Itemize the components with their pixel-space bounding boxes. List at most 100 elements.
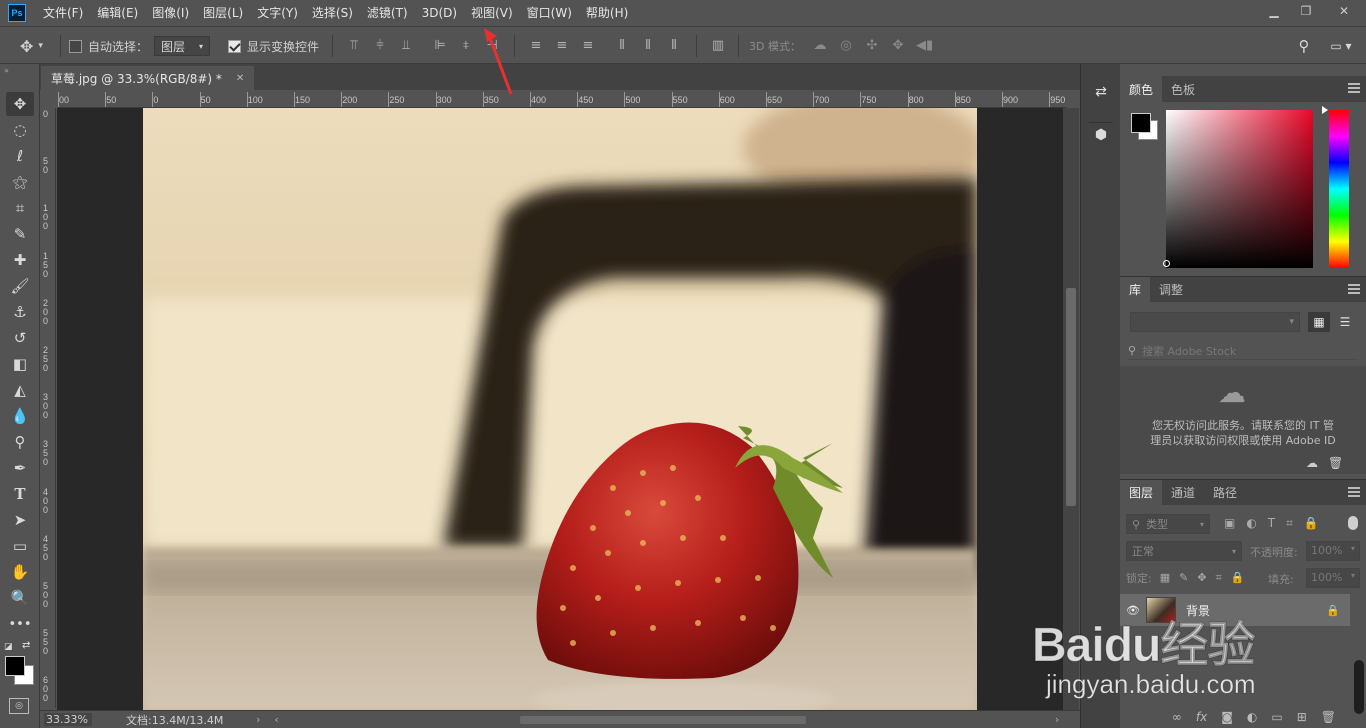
ruler-origin[interactable] <box>40 92 58 108</box>
layers-panel-menu-icon[interactable] <box>1348 487 1360 497</box>
blend-mode-dropdown[interactable]: 正常 ▾ <box>1126 541 1242 561</box>
add-mask-icon[interactable]: ◙ <box>1221 710 1233 724</box>
library-dropdown[interactable]: ▾ <box>1130 312 1300 332</box>
menu-help[interactable]: 帮助(H) <box>579 0 635 26</box>
color-field[interactable] <box>1166 110 1313 268</box>
brush-tool-icon[interactable]: 🖌 <box>6 274 34 298</box>
filter-toggle[interactable] <box>1348 516 1358 530</box>
color-fg-swatch[interactable] <box>1131 113 1151 133</box>
fill-field[interactable]: 100% ▾ <box>1306 568 1360 588</box>
distribute-left-icon[interactable]: ⦀ <box>614 38 630 54</box>
foreground-color-swatch[interactable] <box>5 656 25 676</box>
library-panel-menu-icon[interactable] <box>1348 284 1360 294</box>
default-colors-icon[interactable]: ◪ <box>4 642 13 652</box>
type-tool-icon[interactable]: T <box>6 482 34 506</box>
cloud-sync-icon[interactable]: ☁ <box>1306 456 1318 470</box>
lasso-tool-icon[interactable]: ℓ <box>6 144 34 168</box>
hand-tool-icon[interactable]: ✋ <box>6 560 34 584</box>
move-tool-icon[interactable]: ✥ <box>6 92 34 116</box>
slide-3d-icon[interactable]: ✥ <box>890 38 906 54</box>
delete-layer-icon[interactable]: 🗑 <box>1321 710 1336 724</box>
history-brush-tool-icon[interactable]: ↺ <box>6 326 34 350</box>
menu-filter[interactable]: 滤镜(T) <box>360 0 415 26</box>
tab-libraries[interactable]: 库 <box>1120 277 1151 302</box>
auto-select-check[interactable] <box>69 39 82 53</box>
scale-3d-icon[interactable]: ◀▮ <box>916 38 933 54</box>
menu-file[interactable]: 文件(F) <box>36 0 90 26</box>
align-left-icon[interactable]: ⊫ <box>432 38 448 54</box>
3d-panel-icon[interactable]: ⬢ <box>1089 122 1113 146</box>
tab-color[interactable]: 颜色 <box>1120 76 1163 102</box>
collapse-toolbar-icon[interactable]: » <box>4 66 9 75</box>
show-transform-checkbox[interactable]: 显示变换控件 <box>228 27 319 65</box>
history-panel-icon[interactable]: ⇄ <box>1089 84 1113 108</box>
align-right-icon[interactable]: ⊣ <box>484 38 500 54</box>
vertical-scroll-thumb[interactable] <box>1066 288 1076 506</box>
tab-swatches[interactable]: 色板 <box>1162 76 1204 102</box>
canvas-area[interactable] <box>57 108 1063 710</box>
layer-row-background[interactable]: 👁 背景 🔒 <box>1120 594 1350 626</box>
swap-colors-icon[interactable]: ⇄ <box>22 640 30 651</box>
search-icon[interactable]: ⚲ <box>1296 38 1312 54</box>
crop-tool-icon[interactable]: ⌗ <box>6 196 34 220</box>
hue-slider-handle[interactable] <box>1322 106 1328 114</box>
tab-adjustments[interactable]: 调整 <box>1150 277 1192 302</box>
layer-filter-icons[interactable]: ▣◐T⌗🔒 <box>1224 516 1330 531</box>
vertical-scrollbar[interactable] <box>1063 108 1079 710</box>
minimize-icon[interactable]: ▁ <box>1258 0 1290 22</box>
distribute-hcenter-icon[interactable]: ⦀ <box>640 38 656 54</box>
align-hcenter-icon[interactable]: ⧧ <box>458 38 474 54</box>
list-view-icon[interactable]: ☰ <box>1334 312 1356 332</box>
layer-filter-dropdown[interactable]: ⚲ 类型 ▾ <box>1126 514 1210 534</box>
distribute-bottom-icon[interactable]: ≡ <box>580 38 596 54</box>
color-panel-menu-icon[interactable] <box>1348 83 1360 93</box>
scroll-right-icon[interactable]: › <box>1055 713 1059 726</box>
library-trash-icon[interactable]: 🗑 <box>1328 456 1343 470</box>
rectangle-tool-icon[interactable]: ▭ <box>6 534 34 558</box>
layer-visibility-icon[interactable]: 👁 <box>1120 604 1146 617</box>
stock-search[interactable]: ⚲ 搜索 Adobe Stock <box>1128 342 1358 360</box>
menu-3d[interactable]: 3D(D) <box>415 0 464 26</box>
adjustment-layer-icon[interactable]: ◐ <box>1247 710 1257 724</box>
workspace-icon[interactable]: ▭ ▾ <box>1326 38 1356 54</box>
magic-wand-tool-icon[interactable]: ⚝ <box>6 170 34 194</box>
hue-slider[interactable] <box>1329 110 1349 268</box>
new-layer-icon[interactable]: ⊞ <box>1297 710 1307 724</box>
status-menu-icon[interactable]: › <box>256 713 260 726</box>
menu-image[interactable]: 图像(I) <box>145 0 196 26</box>
restore-icon[interactable]: ❐ <box>1290 0 1322 22</box>
horizontal-scrollbar[interactable] <box>285 715 1055 725</box>
document-tab[interactable]: 草莓.jpg @ 33.3%(RGB/8#) * ✕ <box>41 66 255 90</box>
align-top-icon[interactable]: ⫪ <box>346 38 362 54</box>
menu-window[interactable]: 窗口(W) <box>520 0 579 26</box>
marquee-tool-icon[interactable]: ◌ <box>6 118 34 142</box>
auto-align-icon[interactable]: ▥ <box>710 38 726 54</box>
zoom-tool-icon[interactable]: 🔍 <box>6 586 34 610</box>
grid-view-icon[interactable]: ▦ <box>1308 312 1330 332</box>
new-group-icon[interactable]: ▭ <box>1271 710 1282 724</box>
roll-3d-icon[interactable]: ◎ <box>838 38 854 54</box>
pan-3d-icon[interactable]: ✣ <box>864 38 880 54</box>
move-tool-preset-icon[interactable]: ✥ ▾ <box>20 27 43 65</box>
color-picker-handle[interactable] <box>1163 260 1170 267</box>
blur-tool-icon[interactable]: 💧 <box>6 404 34 428</box>
layer-style-icon[interactable]: fx <box>1196 710 1207 724</box>
distribute-vcenter-icon[interactable]: ≡ <box>554 38 570 54</box>
eyedropper-tool-icon[interactable]: ✎ <box>6 222 34 246</box>
lock-icons[interactable]: ▦✎✥⌗🔒 <box>1160 571 1254 585</box>
distribute-top-icon[interactable]: ≡ <box>528 38 544 54</box>
path-selection-tool-icon[interactable]: ➤ <box>6 508 34 532</box>
orbit-3d-icon[interactable]: ☁ <box>812 38 828 54</box>
menu-view[interactable]: 视图(V) <box>464 0 520 26</box>
more-tools-icon[interactable]: ••• <box>6 612 34 636</box>
close-icon[interactable]: ✕ <box>1324 0 1364 22</box>
layer-name[interactable]: 背景 <box>1186 602 1210 619</box>
show-transform-check[interactable] <box>228 39 241 53</box>
menu-select[interactable]: 选择(S) <box>305 0 360 26</box>
healing-brush-tool-icon[interactable]: ✚ <box>6 248 34 272</box>
menu-type[interactable]: 文字(Y) <box>250 0 305 26</box>
auto-select-checkbox[interactable]: 自动选择： <box>69 27 148 65</box>
auto-select-target-dropdown[interactable]: 图层 ▾ <box>154 36 210 56</box>
tab-channels[interactable]: 通道 <box>1162 480 1204 505</box>
distribute-right-icon[interactable]: ⦀ <box>666 38 682 54</box>
